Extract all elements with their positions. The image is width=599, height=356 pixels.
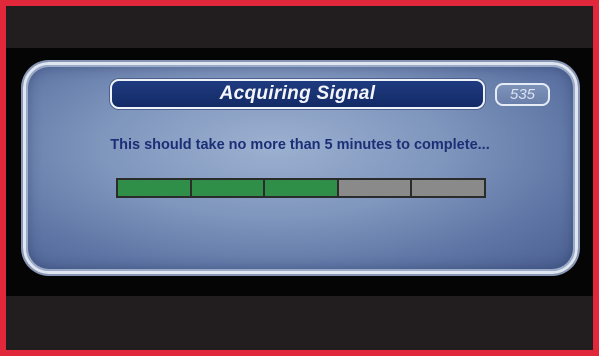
signal-progress-bar [116,178,486,198]
dialog-title: Acquiring Signal [219,83,376,104]
progress-segment-empty [338,180,411,196]
progress-segment-filled [191,180,264,196]
status-message: This should take no more than 5 minutes … [110,137,490,153]
progress-segment-empty [412,180,484,196]
channel-number: 535 [509,86,536,103]
progress-segment-filled [265,180,337,196]
letterbox-bottom [6,296,593,350]
progress-segment-filled [118,180,190,196]
letterbox-top [6,6,593,48]
channel-number-badge: 535 [495,83,550,106]
dialog-title-bar: Acquiring Signal [110,79,485,109]
